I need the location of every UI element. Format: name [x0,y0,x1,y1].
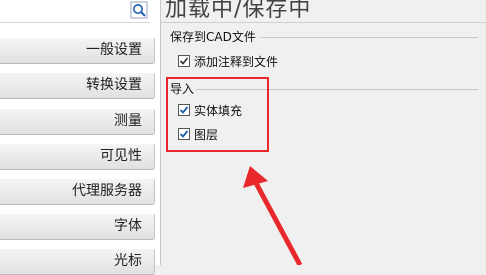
annotation-arrow-icon [243,166,303,265]
